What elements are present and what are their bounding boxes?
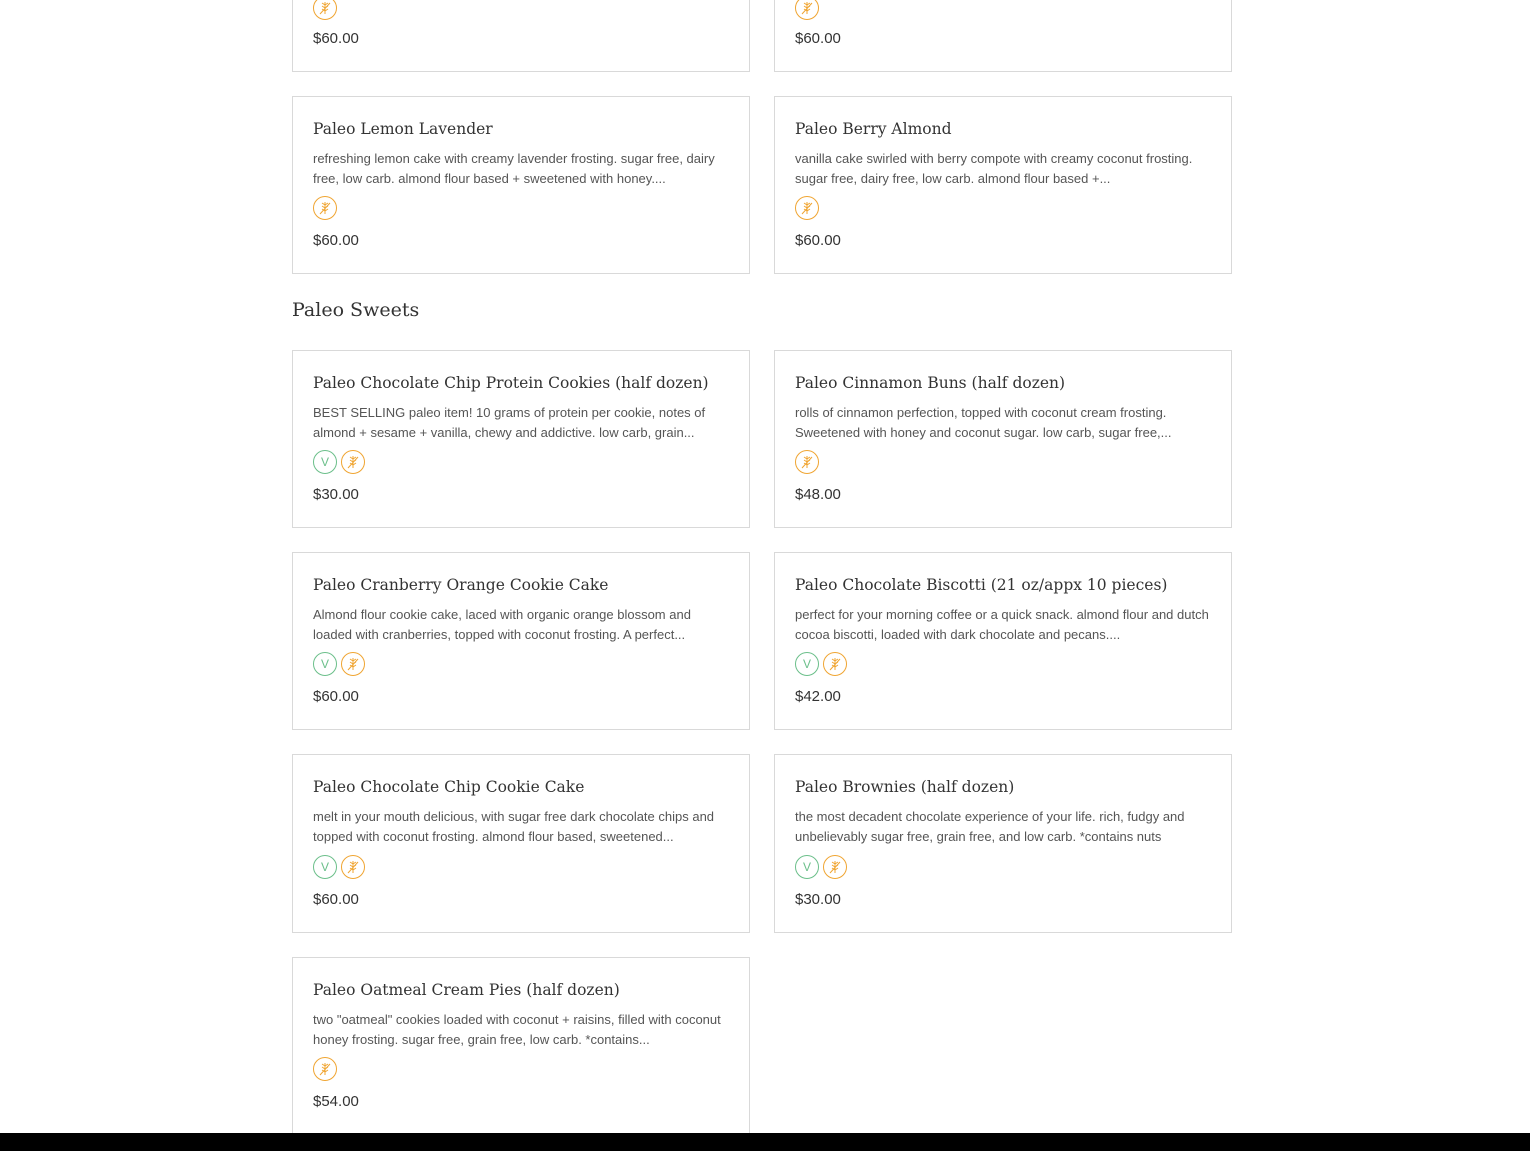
gluten-free-icon xyxy=(313,0,337,20)
item-name: Paleo Brownies (half dozen) xyxy=(795,778,1015,796)
item-description: vanilla cake swirled with berry compote … xyxy=(795,151,1193,186)
item-price: $48.00 xyxy=(795,486,841,503)
item-name: Paleo Lemon Lavender xyxy=(313,120,493,138)
vegan-icon: V xyxy=(795,652,819,676)
dietary-icons: V xyxy=(795,855,1211,879)
item-price: $60.00 xyxy=(795,30,841,47)
item-price: $60.00 xyxy=(795,232,841,249)
gluten-free-icon xyxy=(341,450,365,474)
item-name: Paleo Cinnamon Buns (half dozen) xyxy=(795,374,1066,392)
menu-item-card[interactable]: $60.00 xyxy=(774,0,1232,72)
dietary-icons xyxy=(313,196,729,220)
vegan-icon: V xyxy=(313,855,337,879)
dietary-icons xyxy=(313,0,729,20)
dietary-icons xyxy=(795,196,1211,220)
item-price: $60.00 xyxy=(313,30,359,47)
item-name: Paleo Chocolate Chip Cookie Cake xyxy=(313,778,585,796)
dietary-icons xyxy=(313,1057,729,1081)
item-description: melt in your mouth delicious, with sugar… xyxy=(313,809,715,844)
vegan-icon: V xyxy=(795,855,819,879)
vegan-icon: V xyxy=(313,450,337,474)
vegan-icon: V xyxy=(313,652,337,676)
item-description: two "oatmeal" cookies loaded with coconu… xyxy=(313,1012,721,1047)
gluten-free-icon xyxy=(313,1057,337,1081)
footer-bar xyxy=(0,1133,1530,1151)
item-price: $60.00 xyxy=(313,891,359,908)
menu-item-card[interactable]: Paleo Chocolate Chip Cookie Cake melt in… xyxy=(292,754,750,933)
gluten-free-icon xyxy=(795,450,819,474)
item-description: rolls of cinnamon perfection, topped wit… xyxy=(795,405,1172,440)
item-name: Paleo Chocolate Chip Protein Cookies (ha… xyxy=(313,374,709,392)
item-price: $30.00 xyxy=(795,891,841,908)
gluten-free-icon xyxy=(823,652,847,676)
item-description: refreshing lemon cake with creamy lavend… xyxy=(313,151,715,186)
dietary-icons: V xyxy=(313,450,729,474)
menu-item-card[interactable]: Paleo Cinnamon Buns (half dozen) rolls o… xyxy=(774,350,1232,528)
item-description: perfect for your morning coffee or a qui… xyxy=(795,607,1209,642)
menu-item-card[interactable]: $60.00 xyxy=(292,0,750,72)
gluten-free-icon xyxy=(341,855,365,879)
item-name: Paleo Berry Almond xyxy=(795,120,952,138)
menu-item-card[interactable]: Paleo Chocolate Chip Protein Cookies (ha… xyxy=(292,350,750,528)
item-price: $60.00 xyxy=(313,688,359,705)
menu-item-card[interactable]: Paleo Brownies (half dozen) the most dec… xyxy=(774,754,1232,933)
menu-page: $60.00 $60.00 Paleo Lemon Lavender refre… xyxy=(0,0,1530,1151)
gluten-free-icon xyxy=(795,0,819,20)
dietary-icons: V xyxy=(313,855,729,879)
item-description: BEST SELLING paleo item! 10 grams of pro… xyxy=(313,405,706,440)
item-name: Paleo Cranberry Orange Cookie Cake xyxy=(313,576,609,594)
menu-item-card[interactable]: Paleo Oatmeal Cream Pies (half dozen) tw… xyxy=(292,957,750,1151)
gluten-free-icon xyxy=(795,196,819,220)
menu-item-card[interactable]: Paleo Chocolate Biscotti (21 oz/appx 10 … xyxy=(774,552,1232,730)
item-price: $60.00 xyxy=(313,232,359,249)
gluten-free-icon xyxy=(341,652,365,676)
dietary-icons xyxy=(795,450,1211,474)
menu-item-card[interactable]: Paleo Lemon Lavender refreshing lemon ca… xyxy=(292,96,750,274)
section-title: Paleo Sweets xyxy=(292,299,420,321)
gluten-free-icon xyxy=(313,196,337,220)
menu-item-card[interactable]: Paleo Berry Almond vanilla cake swirled … xyxy=(774,96,1232,274)
item-name: Paleo Chocolate Biscotti (21 oz/appx 10 … xyxy=(795,576,1168,594)
dietary-icons: V xyxy=(313,652,729,676)
gluten-free-icon xyxy=(823,855,847,879)
dietary-icons: V xyxy=(795,652,1211,676)
item-price: $30.00 xyxy=(313,486,359,503)
item-name: Paleo Oatmeal Cream Pies (half dozen) xyxy=(313,981,620,999)
item-description: the most decadent chocolate experience o… xyxy=(795,809,1185,844)
item-description: Almond flour cookie cake, laced with org… xyxy=(313,607,691,642)
dietary-icons xyxy=(795,0,1211,20)
item-price: $42.00 xyxy=(795,688,841,705)
item-price: $54.00 xyxy=(313,1093,359,1110)
menu-item-card[interactable]: Paleo Cranberry Orange Cookie Cake Almon… xyxy=(292,552,750,730)
